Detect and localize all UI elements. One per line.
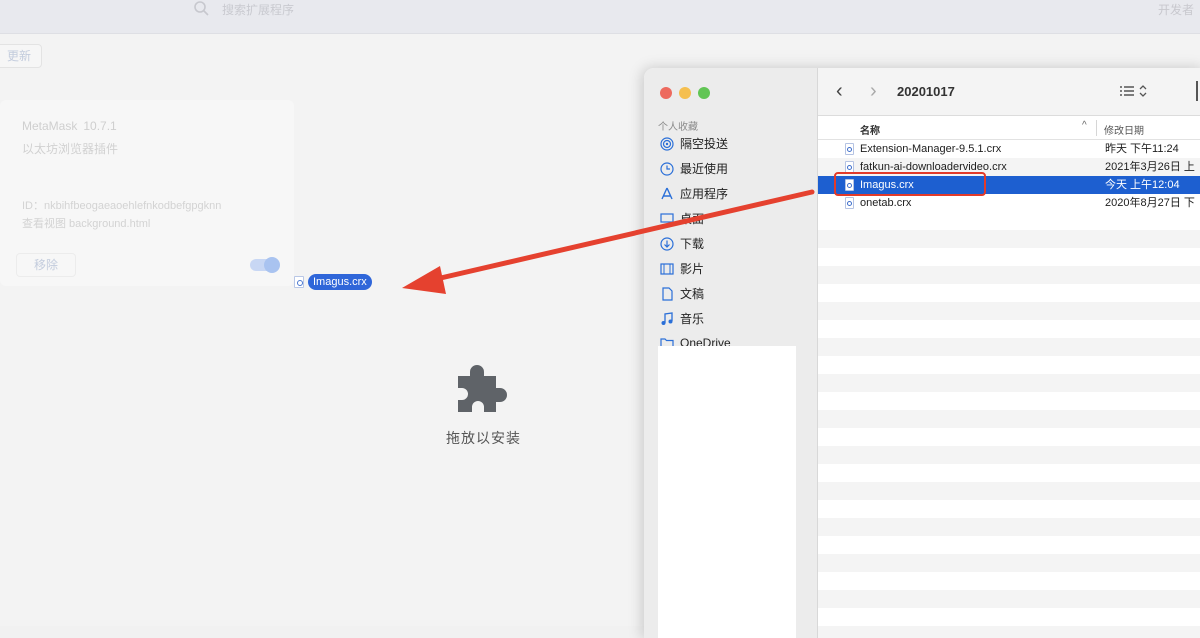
applications-icon	[660, 187, 674, 201]
extensions-toolbar: 搜索扩展程序 开发者	[0, 0, 1200, 34]
column-date-modified[interactable]: 修改日期	[1104, 122, 1144, 137]
forward-chevron-icon[interactable]: ›	[870, 81, 877, 101]
update-button[interactable]: 更新	[0, 44, 42, 68]
column-separator	[1096, 120, 1097, 136]
extension-card: MetaMask 10.7.1 以太坊浏览器插件 ID：nkbihfbeogaea…	[0, 100, 294, 286]
search-input[interactable]: 搜索扩展程序	[222, 1, 294, 18]
sidebar-item-label: 下载	[680, 237, 705, 251]
sidebar-item-documents[interactable]: 文稿	[660, 283, 810, 305]
sidebar-item-recents[interactable]: 最近使用	[660, 158, 810, 180]
sidebar-item-label: 最近使用	[680, 162, 729, 176]
toolbar-separator	[1196, 81, 1200, 101]
drop-to-install-label: 拖放以安装	[446, 430, 521, 446]
extension-version: 10.7.1	[83, 119, 117, 133]
sidebar-item-label: 影片	[680, 262, 705, 276]
crx-file-icon	[845, 197, 854, 209]
crx-file-icon	[845, 143, 854, 155]
inspect-views-link[interactable]: 查看视图 background.html	[22, 215, 150, 231]
empty-row-stripe	[818, 446, 1200, 464]
enable-toggle[interactable]	[250, 257, 280, 273]
finder-toolbar: ‹ › 20201017	[818, 68, 1200, 116]
download-icon	[660, 237, 674, 251]
sidebar-item-label: 音乐	[680, 312, 705, 326]
clock-icon	[660, 162, 674, 176]
empty-row-stripe	[818, 518, 1200, 536]
sort-chevron-icon[interactable]: ^	[1082, 120, 1087, 131]
column-header: 名称 ^ 修改日期	[818, 116, 1200, 140]
finder-window: 个人收藏 隔空投送 最近使用 应用程序 桌面 下载 影片 文稿 音乐 OneDr…	[644, 68, 1200, 638]
toggle-knob	[264, 257, 280, 273]
list-view-icon[interactable]	[1118, 83, 1150, 99]
annotation-highlight-box	[834, 172, 986, 196]
sidebar-item-downloads[interactable]: 下载	[660, 233, 810, 255]
empty-row-stripe	[818, 590, 1200, 608]
file-list: Extension-Manager-9.5.1.crx 昨天 下午11:24 f…	[818, 140, 1200, 638]
column-name[interactable]: 名称	[860, 122, 880, 137]
extension-name: MetaMask 10.7.1	[22, 119, 117, 133]
sidebar-item-label: 应用程序	[680, 187, 729, 201]
empty-row-stripe	[818, 338, 1200, 356]
minimize-window-button[interactable]	[679, 87, 691, 99]
file-date: 2021年3月26日 上	[1105, 161, 1195, 173]
maximize-window-button[interactable]	[698, 87, 710, 99]
sidebar-item-label: 文稿	[680, 287, 705, 301]
film-icon	[660, 262, 674, 276]
desktop-icon	[660, 212, 674, 226]
file-date: 昨天 下午11:24	[1105, 143, 1179, 155]
file-date: 今天 上午12:04	[1105, 179, 1180, 191]
sidebar-item-airdrop[interactable]: 隔空投送	[660, 133, 810, 155]
empty-row-stripe	[818, 554, 1200, 572]
search-icon	[194, 1, 209, 16]
remove-button[interactable]: 移除	[16, 253, 76, 277]
file-row[interactable]: Extension-Manager-9.5.1.crx 昨天 下午11:24	[818, 140, 1200, 158]
file-name: onetab.crx	[860, 197, 912, 209]
developer-mode-label[interactable]: 开发者	[1158, 1, 1194, 18]
sidebar-item-desktop[interactable]: 桌面	[660, 208, 810, 230]
puzzle-piece-icon	[458, 365, 507, 412]
file-name: Extension-Manager-9.5.1.crx	[860, 143, 1002, 155]
extension-id: ID：nkbihfbeogaeaoehlefnkodbefgpgknn	[22, 200, 222, 212]
close-window-button[interactable]	[660, 87, 672, 99]
empty-row-stripe	[818, 374, 1200, 392]
sidebar-occluding-panel	[658, 346, 796, 638]
sidebar-item-label: 隔空投送	[680, 137, 729, 151]
sidebar-item-movies[interactable]: 影片	[660, 258, 810, 280]
sidebar-item-label: 桌面	[680, 212, 705, 226]
folder-title: 20201017	[897, 84, 955, 99]
crx-file-icon	[294, 276, 304, 288]
empty-row-stripe	[818, 266, 1200, 284]
drag-ghost-label: Imagus.crx	[308, 274, 372, 290]
empty-row-stripe	[818, 230, 1200, 248]
favorites-section-title: 个人收藏	[658, 122, 698, 133]
empty-row-stripe	[818, 626, 1200, 638]
file-row[interactable]: onetab.crx 2020年8月27日 下	[818, 194, 1200, 212]
empty-row-stripe	[818, 410, 1200, 428]
file-date: 2020年8月27日 下	[1105, 197, 1195, 209]
empty-row-stripe	[818, 302, 1200, 320]
sidebar-item-music[interactable]: 音乐	[660, 308, 810, 330]
extension-description: 以太坊浏览器插件	[22, 142, 119, 156]
music-icon	[660, 312, 674, 326]
finder-sidebar: 个人收藏 隔空投送 最近使用 应用程序 桌面 下载 影片 文稿 音乐 OneDr…	[644, 68, 818, 638]
airdrop-icon	[660, 137, 674, 151]
document-icon	[660, 287, 674, 301]
sidebar-item-applications[interactable]: 应用程序	[660, 183, 810, 205]
empty-row-stripe	[818, 482, 1200, 500]
back-chevron-icon[interactable]: ‹	[836, 81, 843, 101]
